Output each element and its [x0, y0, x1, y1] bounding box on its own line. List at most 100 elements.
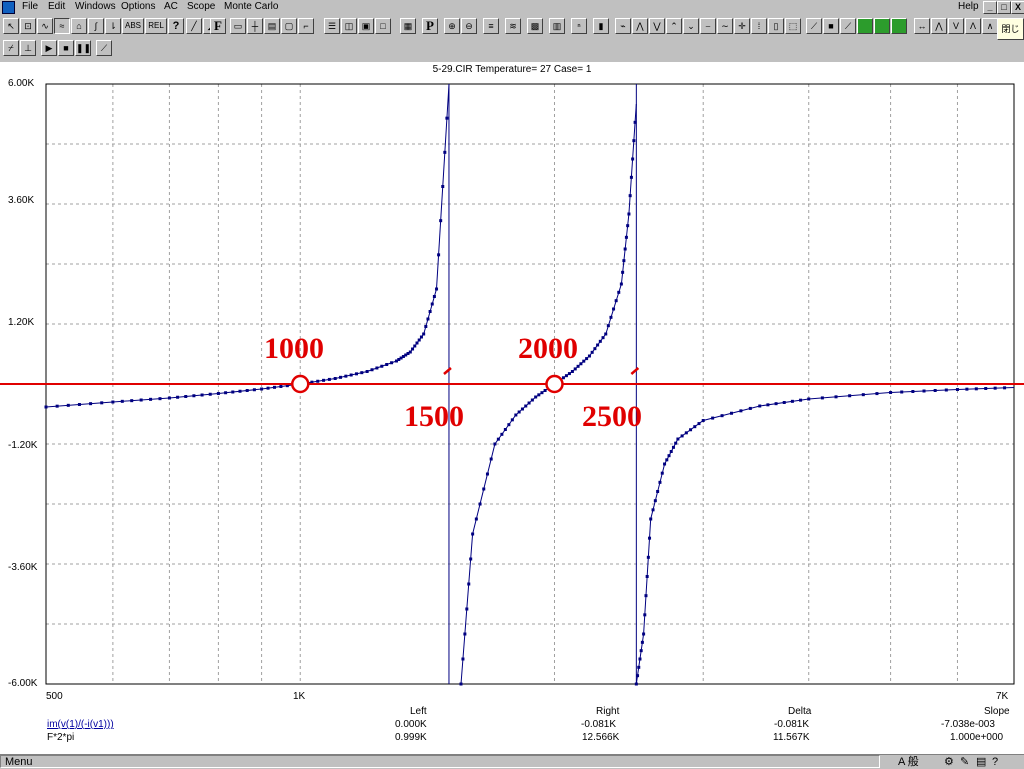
data-point	[637, 665, 641, 669]
data-point	[279, 385, 283, 388]
expression-y[interactable]: im(v(1)/(-i(v1)))	[47, 719, 114, 730]
chart-svg[interactable]	[0, 62, 1024, 702]
data-point	[380, 364, 384, 368]
box-icon[interactable]: ▢	[281, 18, 297, 34]
square-icon[interactable]: ■	[823, 18, 839, 34]
restore-button[interactable]: □	[997, 1, 1011, 14]
frame-icon[interactable]: ▯	[768, 18, 784, 34]
dotted-box-icon[interactable]: ⬚	[785, 18, 801, 34]
green-grid-icon[interactable]	[857, 18, 873, 34]
data-point	[606, 324, 610, 328]
menu-ac[interactable]: AC	[164, 0, 178, 14]
menu-file[interactable]: File	[22, 0, 38, 14]
p-button[interactable]: P	[422, 18, 438, 34]
app-icon[interactable]	[2, 1, 15, 14]
line-icon[interactable]: ╱	[186, 18, 202, 34]
header-slope: Slope	[984, 706, 1010, 717]
table-icon[interactable]: ▦	[400, 18, 416, 34]
data-point	[149, 397, 153, 401]
cross-icon[interactable]: ┼	[247, 18, 263, 34]
menu-bar: File Edit Windows Options AC Scope Monte…	[0, 0, 1024, 14]
data-point	[648, 536, 652, 540]
peak-search-icon[interactable]: ⋀	[632, 18, 648, 34]
tokens-icon[interactable]: ≈	[54, 18, 70, 34]
data-point	[360, 371, 364, 375]
data-point	[766, 403, 770, 407]
rel-button[interactable]: REL	[145, 18, 167, 34]
cursor-cross-icon[interactable]: ✛	[734, 18, 750, 34]
data-point	[993, 386, 997, 390]
wave-icon[interactable]: ≋	[505, 18, 521, 34]
green-box-icon[interactable]	[891, 18, 907, 34]
select-pointer-icon[interactable]: ↖	[3, 18, 19, 34]
stop-icon[interactable]: ■	[58, 40, 74, 56]
wave-shape-icon[interactable]: ∧	[982, 18, 998, 34]
data-point	[184, 395, 188, 398]
data-point	[642, 632, 646, 636]
menu-edit[interactable]: Edit	[48, 0, 65, 14]
yx-icon[interactable]: ⁿ	[571, 18, 587, 34]
grid-icon[interactable]: ▤	[264, 18, 280, 34]
green-lines-icon[interactable]	[874, 18, 890, 34]
help-tray-icon[interactable]: ?	[992, 755, 998, 769]
probe-icon[interactable]: ⌁	[615, 18, 631, 34]
split-icon[interactable]: ◫	[341, 18, 357, 34]
data-point	[711, 416, 715, 420]
triangle-up-icon[interactable]: ⋀	[931, 18, 947, 34]
dotted-grid-icon[interactable]: ⁞	[751, 18, 767, 34]
valley-icon[interactable]: ⇂	[105, 18, 121, 34]
minimize-button[interactable]: _	[983, 1, 997, 14]
zoom-in-icon[interactable]: ⊕	[444, 18, 460, 34]
title-icon[interactable]: ▭	[230, 18, 246, 34]
high-icon[interactable]: ⌃	[666, 18, 682, 34]
help-button[interactable]: ?	[168, 18, 184, 34]
list-icon[interactable]: ≡	[483, 18, 499, 34]
menu-scope[interactable]: Scope	[187, 0, 215, 14]
menu-windows[interactable]: Windows	[75, 0, 116, 14]
run-icon[interactable]: ▶	[41, 40, 57, 56]
data-point	[130, 399, 134, 403]
window-icon[interactable]: ▣	[358, 18, 374, 34]
ime-indicator[interactable]: A 般	[898, 755, 919, 769]
data-point	[729, 411, 733, 415]
image-icon[interactable]: ▩	[527, 18, 543, 34]
peak-icon[interactable]: ∫	[88, 18, 104, 34]
probe-cursor-icon[interactable]: ⌿	[3, 40, 19, 56]
data-point	[385, 363, 389, 366]
plot-area[interactable]: 5-29.CIR Temperature= 27 Case= 1 6.00K 3…	[0, 62, 1024, 754]
menu-options[interactable]: Options	[121, 0, 155, 14]
data-point	[567, 372, 571, 376]
tray-icon[interactable]: ⚙	[944, 755, 954, 769]
zoom-out-icon[interactable]: ⊖	[461, 18, 477, 34]
menu-help[interactable]: Help	[958, 0, 979, 14]
low-icon[interactable]: ⌄	[683, 18, 699, 34]
blank-icon[interactable]: □	[375, 18, 391, 34]
tray-icon[interactable]: ▤	[976, 755, 986, 769]
diagonal-line-icon[interactable]: ⟋	[840, 18, 856, 34]
inflection-icon[interactable]: ∼	[717, 18, 733, 34]
scale-icon[interactable]: ⊡	[20, 18, 36, 34]
bar-chart-icon[interactable]: ▮	[593, 18, 609, 34]
slope-icon[interactable]: ⟋	[806, 18, 822, 34]
v-shape-icon[interactable]: V	[948, 18, 964, 34]
expression-x[interactable]: F*2*pi	[47, 732, 74, 743]
stack-icon[interactable]: ☰	[324, 18, 340, 34]
zoom-box-icon[interactable]: ⌐	[298, 18, 314, 34]
close-button[interactable]: X	[1011, 1, 1024, 14]
abs-button[interactable]: ABS	[122, 18, 144, 34]
close-tooltip-button[interactable]: 閉じる	[997, 18, 1024, 40]
data-points-icon[interactable]: ∿	[37, 18, 53, 34]
h-arrows-icon[interactable]: ↔	[914, 18, 930, 34]
tray-icon[interactable]: ✎	[960, 755, 969, 769]
pause-icon[interactable]: ❚❚	[75, 40, 91, 56]
f-button[interactable]: F	[210, 18, 226, 34]
menu-monte-carlo[interactable]: Monte Carlo	[224, 0, 278, 14]
flat-icon[interactable]: ⎯	[700, 18, 716, 34]
graph-icon[interactable]: ⌂	[71, 18, 87, 34]
m-shape-icon[interactable]: Λ	[965, 18, 981, 34]
step-icon[interactable]: ⊥	[20, 40, 36, 56]
data-point	[120, 399, 124, 403]
numeric-icon[interactable]: ▥	[549, 18, 565, 34]
slider-icon[interactable]: ⟋	[96, 40, 112, 56]
valley-search-icon[interactable]: ⋁	[649, 18, 665, 34]
